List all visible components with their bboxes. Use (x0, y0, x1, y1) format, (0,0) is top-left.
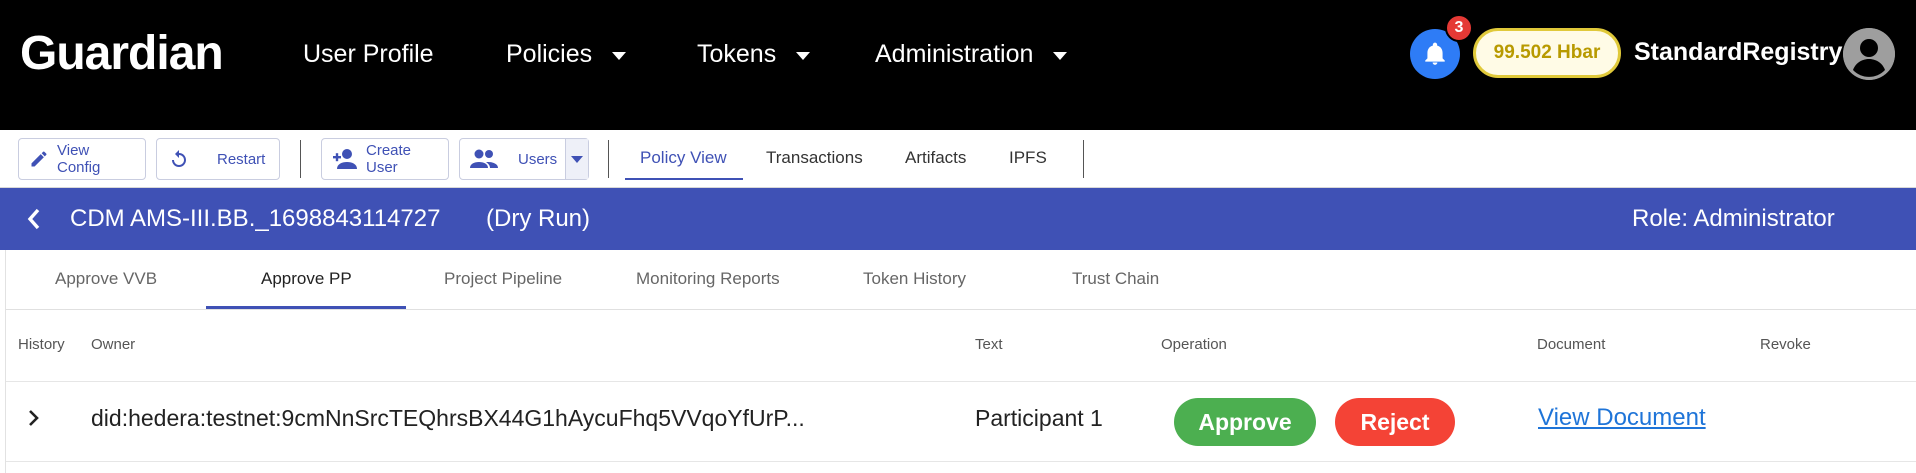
create-user-button[interactable]: Create User (321, 138, 449, 180)
column-owner: Owner (91, 336, 136, 353)
brand-logo[interactable]: Guardian (20, 26, 224, 81)
users-select[interactable]: Users (459, 138, 589, 180)
owner-did: did:hedera:testnet:9cmNnSrcTEQhrsBX44G1h… (91, 405, 805, 431)
reject-button[interactable]: Reject (1335, 398, 1455, 446)
nav-tokens[interactable]: Tokens (697, 40, 811, 69)
view-config-button[interactable]: View Config (18, 138, 146, 180)
bell-icon (1425, 42, 1445, 65)
nav-policies-label: Policies (506, 40, 593, 68)
nav-policies[interactable]: Policies (506, 40, 627, 69)
table-header (6, 310, 1916, 382)
column-revoke: Revoke (1760, 336, 1811, 353)
policy-header-bar: CDM AMS-III.BB._1698843114727 (Dry Run) … (0, 188, 1916, 250)
restart-button[interactable]: Restart (156, 138, 280, 180)
refresh-icon (172, 150, 186, 167)
tab-approve-vvb[interactable]: Approve VVB (55, 269, 157, 289)
top-header: Guardian User Profile Policies Tokens Ad… (0, 0, 1916, 130)
chevron-down-icon (1053, 52, 1068, 60)
dry-run-label: (Dry Run) (486, 205, 591, 232)
chevron-down-icon (571, 155, 584, 163)
avatar[interactable] (1843, 28, 1895, 80)
chevron-down-icon (612, 52, 627, 60)
user-avatar-icon (1843, 28, 1895, 80)
policy-name: CDM AMS-III.BB._1698843114727 (70, 205, 441, 232)
back-button[interactable] (20, 205, 48, 233)
tab-ipfs[interactable]: IPFS (1009, 148, 1047, 168)
approve-button[interactable]: Approve (1174, 398, 1316, 446)
column-operation: Operation (1161, 336, 1227, 353)
chevron-left-icon (27, 208, 40, 230)
column-history: History (18, 336, 65, 353)
active-tab-indicator (206, 306, 406, 309)
policy-content: Approve VVB Approve PP Project Pipeline … (5, 250, 1916, 473)
role-label: Role: Administrator (1632, 205, 1835, 232)
toolbar-divider (608, 140, 609, 178)
tab-transactions[interactable]: Transactions (766, 148, 863, 168)
create-user-label: Create User (366, 142, 412, 176)
nav-administration-label: Administration (875, 40, 1034, 68)
column-document: Document (1537, 336, 1606, 353)
toolbar-divider (300, 140, 301, 178)
policy-toolbar: View Config Restart Create User Users Po… (0, 130, 1916, 188)
tab-artifacts[interactable]: Artifacts (905, 148, 966, 168)
nav-user-profile-label: User Profile (303, 40, 434, 68)
username-label: StandardRegistry (1634, 38, 1843, 66)
chevron-right-icon (29, 410, 39, 426)
expand-history-button[interactable] (24, 406, 44, 430)
nav-user-profile[interactable]: User Profile (303, 40, 434, 69)
tab-project-pipeline[interactable]: Project Pipeline (444, 269, 562, 289)
view-document-link[interactable]: View Document (1538, 404, 1706, 432)
nav-administration[interactable]: Administration (875, 40, 1068, 69)
pencil-icon (31, 151, 47, 167)
chevron-down-icon (796, 52, 811, 60)
tab-monitoring-reports[interactable]: Monitoring Reports (636, 269, 780, 289)
hbar-balance: 99.502 Hbar (1473, 28, 1621, 78)
person-add-icon (333, 149, 357, 169)
column-text: Text (975, 336, 1003, 353)
active-tab-indicator (625, 178, 743, 180)
tab-trust-chain[interactable]: Trust Chain (1072, 269, 1159, 289)
users-dropdown-toggle[interactable] (565, 139, 588, 179)
users-label: Users (518, 150, 558, 168)
tab-token-history[interactable]: Token History (863, 269, 966, 289)
participant-text: Participant 1 (975, 405, 1103, 431)
users-icon (470, 149, 498, 168)
tab-policy-view[interactable]: Policy View (640, 148, 727, 168)
block-tabs: Approve VVB Approve PP Project Pipeline … (6, 250, 1916, 310)
toolbar-divider (1083, 140, 1084, 178)
tab-approve-pp[interactable]: Approve PP (261, 269, 352, 289)
nav-tokens-label: Tokens (697, 40, 777, 68)
notification-count-badge: 3 (1445, 14, 1473, 42)
restart-label: Restart (217, 150, 266, 168)
view-config-label: View Config (57, 142, 101, 176)
